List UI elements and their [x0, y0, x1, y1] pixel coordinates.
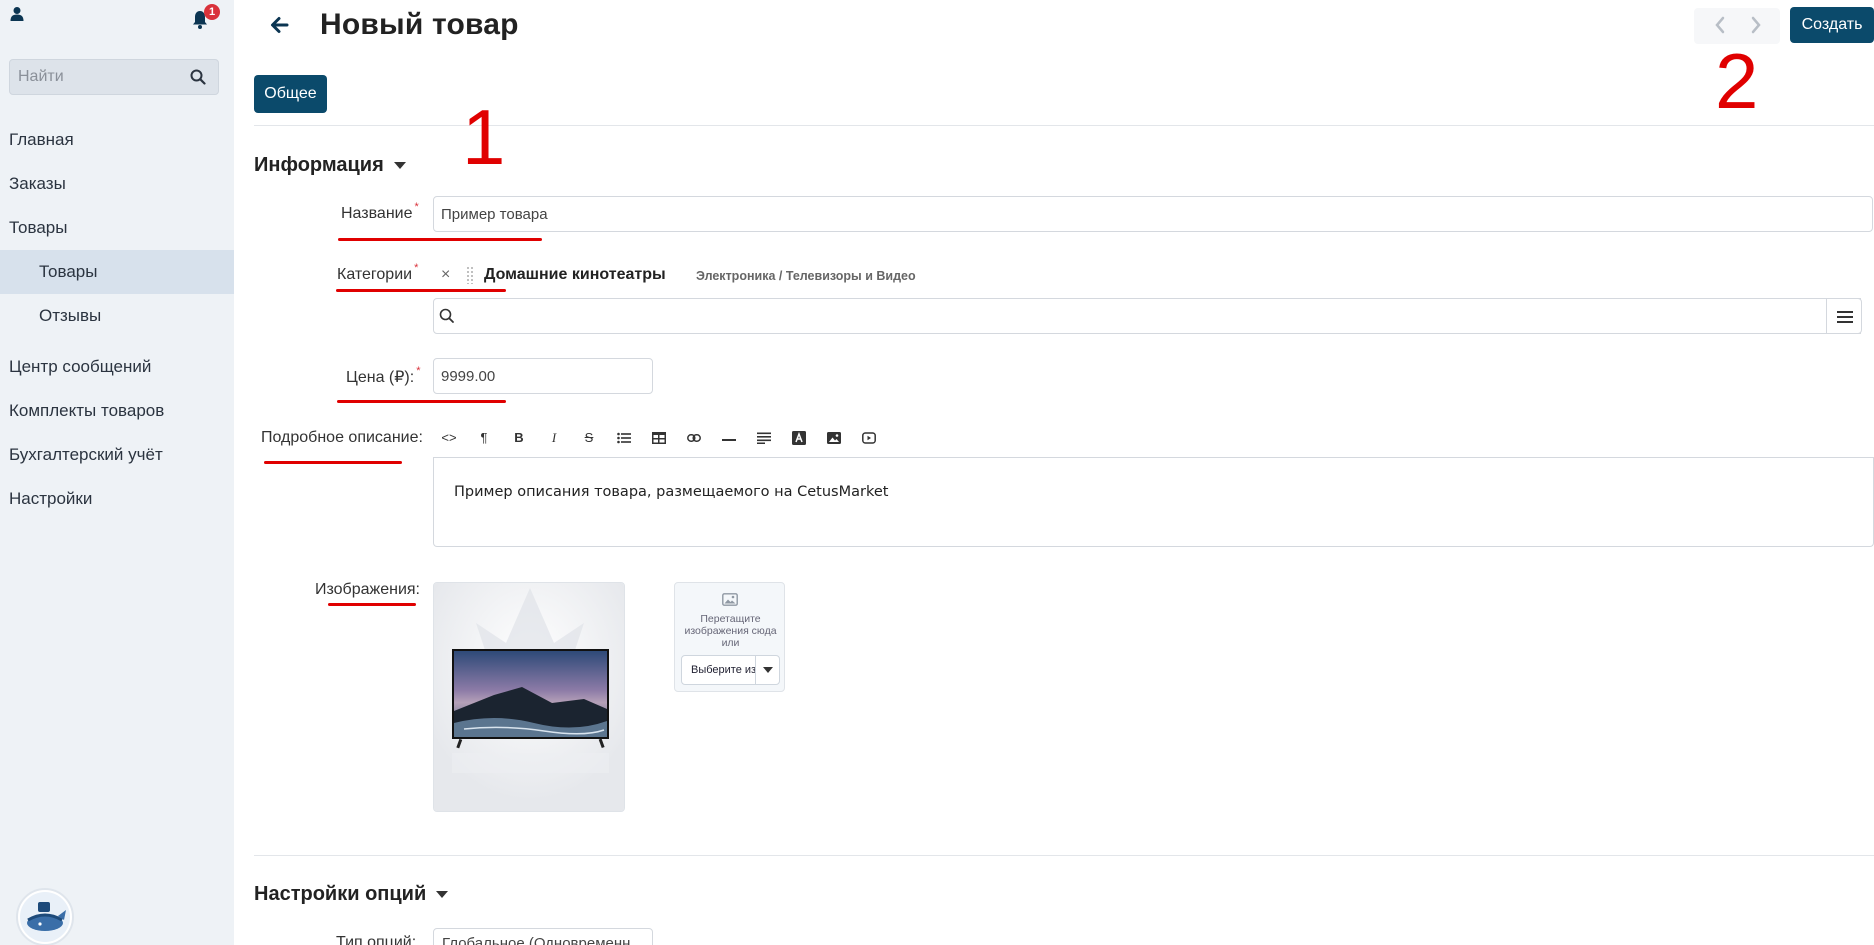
tab-general[interactable]: Общее [254, 75, 327, 113]
section-title-info: Информация [254, 154, 384, 176]
prev-record-button[interactable] [1714, 16, 1726, 39]
sidebar-item-accounting[interactable]: Бухгалтерский учёт [0, 433, 234, 477]
chevron-right-icon [1751, 16, 1761, 34]
options-type-value: Глобальное (Одновременн [442, 935, 631, 945]
images-label: Изображения: [315, 581, 420, 598]
sidebar: 1 Главная Заказы Товары Товары Отзывы Це… [0, 0, 234, 945]
caret-down-icon [436, 891, 449, 899]
options-type-select[interactable]: Глобальное (Одновременн [433, 928, 653, 945]
sidebar-subitem-reviews[interactable]: Отзывы [0, 294, 234, 338]
sidebar-top-bar: 1 [10, 4, 224, 34]
video-icon[interactable] [855, 424, 883, 452]
drag-handle-icon[interactable] [466, 266, 474, 284]
sidebar-item-home[interactable]: Главная [0, 118, 234, 162]
sidebar-item-orders[interactable]: Заказы [0, 162, 234, 206]
annotation-underline [338, 238, 542, 241]
annotation-underline [328, 603, 416, 606]
tv-product-image [434, 583, 624, 811]
required-marker: * [414, 201, 419, 213]
categories-label: Категории * [337, 262, 419, 283]
price-label: Цена (₽): * [346, 365, 421, 386]
annotation-underline [337, 400, 506, 403]
editor-toolbar: <> ¶ B I S [433, 418, 1874, 458]
link-icon[interactable] [680, 424, 708, 452]
choose-source-dropdown[interactable]: Выберите из [681, 655, 780, 685]
dropdown-caret-icon[interactable] [755, 656, 779, 684]
required-marker: * [414, 262, 419, 274]
whale-logo-icon [20, 892, 70, 942]
notification-badge: 1 [204, 4, 220, 20]
drop-hint-text: Перетащите изображения сюда или [684, 613, 777, 649]
annotation-underline [336, 289, 506, 292]
main-content: Новый товар Создать Общее Информация Наз… [234, 0, 1874, 945]
name-label: Название * [341, 201, 419, 222]
sidebar-item-settings[interactable]: Настройки [0, 477, 234, 521]
arrow-left-icon [271, 17, 289, 33]
divider [254, 855, 1874, 856]
app-logo[interactable] [16, 888, 74, 945]
sidebar-search [9, 59, 219, 95]
bullet-list-icon[interactable] [610, 424, 638, 452]
next-record-button[interactable] [1750, 16, 1762, 39]
align-icon[interactable] [750, 424, 778, 452]
sidebar-item-product-bundles[interactable]: Комплекты товаров [0, 389, 234, 433]
choose-source-label: Выберите из [691, 664, 757, 676]
description-editor[interactable]: Пример описания товара, размещаемого на … [433, 457, 1874, 547]
bold-icon[interactable]: B [505, 424, 533, 452]
name-input[interactable] [433, 196, 1873, 232]
options-type-label: Тип опций: [336, 934, 417, 945]
options-section-toggle[interactable]: Настройки опций [254, 883, 449, 906]
sidebar-subitem-products[interactable]: Товары [0, 250, 234, 294]
italic-icon[interactable]: I [540, 424, 568, 452]
image-icon[interactable] [820, 424, 848, 452]
sidebar-item-products[interactable]: Товары [0, 206, 234, 250]
info-section-toggle[interactable]: Информация [254, 154, 406, 177]
description-text: Пример описания товара, размещаемого на … [454, 484, 889, 500]
caret-down-icon [393, 162, 406, 170]
remove-category-button[interactable]: × [441, 266, 450, 284]
horizontal-rule-icon[interactable] [715, 424, 743, 452]
category-path: Электроника / Телевизоры и Видео [696, 269, 916, 283]
search-icon[interactable] [190, 69, 206, 90]
sidebar-nav: Главная Заказы Товары Товары Отзывы Цент… [0, 118, 234, 521]
create-button[interactable]: Создать [1790, 7, 1874, 43]
category-name: Домашние кинотеатры [484, 266, 666, 283]
paragraph-icon[interactable]: ¶ [470, 424, 498, 452]
category-list-button[interactable] [1826, 298, 1862, 334]
section-title-options: Настройки опций [254, 883, 427, 905]
image-drop-zone[interactable]: Перетащите изображения сюда или Выберите… [674, 582, 785, 692]
menu-icon [1837, 311, 1853, 323]
user-icon[interactable] [10, 6, 24, 27]
product-image-thumbnail[interactable] [433, 582, 625, 812]
category-search-input[interactable] [433, 298, 1861, 334]
annotation-number: 1 [462, 93, 506, 181]
text-color-icon[interactable] [785, 424, 813, 452]
notifications-button[interactable]: 1 [190, 4, 220, 34]
required-marker: * [416, 365, 421, 377]
table-icon[interactable] [645, 424, 673, 452]
search-input[interactable] [10, 60, 180, 94]
strikethrough-icon[interactable]: S [575, 424, 603, 452]
price-input[interactable] [433, 358, 653, 394]
annotation-underline [264, 461, 402, 464]
description-label: Подробное описание: [261, 429, 423, 446]
page-title: Новый товар [320, 8, 519, 41]
search-icon [439, 308, 455, 329]
image-placeholder-icon [722, 593, 738, 606]
sidebar-item-message-center[interactable]: Центр сообщений [0, 345, 234, 389]
back-button[interactable] [268, 14, 292, 38]
chevron-left-icon [1715, 16, 1725, 34]
code-icon[interactable]: <> [435, 424, 463, 452]
annotation-number: 2 [1715, 37, 1759, 125]
